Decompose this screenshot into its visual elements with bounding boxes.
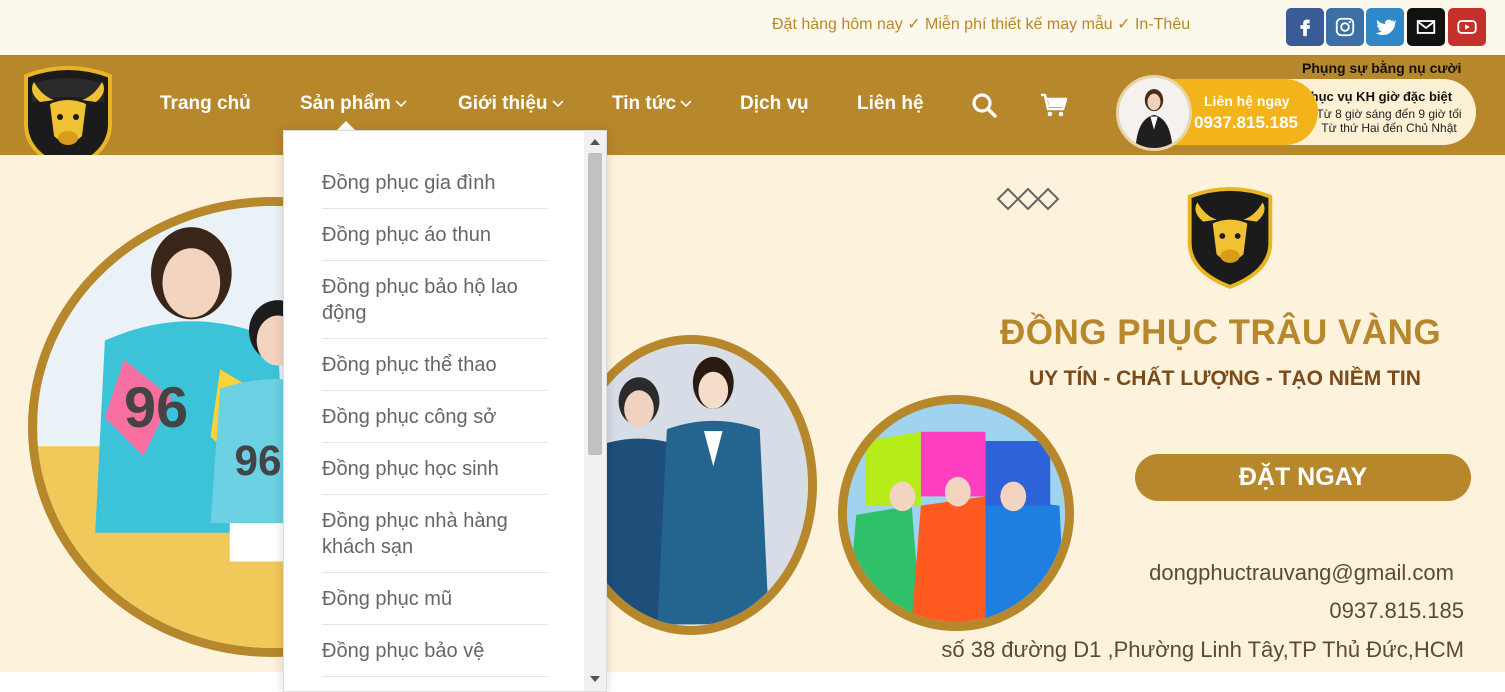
call-label: Liên hệ ngay: [1204, 93, 1290, 109]
banner-logo: [1182, 183, 1278, 293]
nav-products[interactable]: Sản phẩm: [300, 93, 407, 115]
scroll-down-icon[interactable]: [590, 676, 600, 682]
dropdown-item-tshirt[interactable]: Đồng phục áo thun: [322, 209, 548, 261]
nav-about[interactable]: Giới thiệu: [458, 93, 564, 115]
dropdown-item-labor-safety[interactable]: Đồng phục bảo hộ lao động: [322, 261, 548, 339]
slogan: Phụng sự bằng nụ cười: [1302, 60, 1462, 76]
brand-title: ĐỒNG PHỤC TRÂU VÀNG: [1000, 313, 1442, 352]
nav-about-label: Giới thiệu: [458, 93, 548, 114]
products-dropdown-menu[interactable]: Đồng phục gia đình Đồng phục áo thun Đồn…: [283, 130, 607, 692]
nav-home[interactable]: Trang chủ: [160, 93, 251, 115]
dropdown-scrollbar[interactable]: [584, 131, 606, 691]
contact-widget[interactable]: Phụng sự bằng nụ cười Phục vụ KH giờ đặc…: [1116, 60, 1476, 151]
search-icon[interactable]: [970, 91, 998, 119]
nav-home-label: Trang chủ: [160, 93, 251, 114]
nav-contact-label: Liên hệ: [857, 93, 924, 114]
facebook-icon[interactable]: [1286, 8, 1324, 46]
avatar: [1116, 75, 1192, 151]
group-tees-photo: [838, 395, 1074, 631]
dropdown-item-security[interactable]: Đồng phục bảo vệ: [322, 625, 548, 677]
hotline-number[interactable]: 0937.815.185: [1194, 113, 1298, 133]
cart-icon[interactable]: [1039, 91, 1069, 119]
chevron-down-icon: [551, 100, 564, 108]
decorative-diamonds-icon: [996, 187, 1060, 211]
page-bottom-strip: [0, 672, 1505, 692]
dropdown-item-family[interactable]: Đồng phục gia đình: [322, 157, 548, 209]
hours-text: Từ 8 giờ sáng đến 9 giờ tối Từ thứ Hai đ…: [1314, 107, 1464, 135]
nav-services[interactable]: Dịch vụ: [740, 93, 809, 115]
promo-marquee: Đặt hàng hôm nay ✓ Miễn phí thiết kế may…: [772, 16, 1191, 33]
brand-tagline: UY TÍN - CHẤT LƯỢNG - TẠO NIỀM TIN: [1029, 367, 1421, 390]
order-now-button[interactable]: ĐẶT NGAY: [1135, 454, 1471, 501]
hours-line-2: Từ thứ Hai đến Chủ Nhật: [1321, 121, 1457, 135]
products-dropdown-list: Đồng phục gia đình Đồng phục áo thun Đồn…: [322, 157, 548, 677]
nav-news[interactable]: Tin tức: [612, 93, 692, 115]
banner-email[interactable]: dongphuctrauvang@gmail.com: [1149, 560, 1454, 586]
scroll-thumb[interactable]: [588, 153, 602, 455]
dropdown-item-sports[interactable]: Đồng phục thể thao: [322, 339, 548, 391]
hours-title: Phục vụ KH giờ đặc biệt: [1302, 89, 1453, 104]
hours-line-1: Từ 8 giờ sáng đến 9 giờ tối: [1316, 107, 1462, 121]
scroll-up-icon[interactable]: [590, 139, 600, 145]
banner-address: số 38 đường D1 ,Phường Linh Tây,TP Thủ Đ…: [941, 637, 1464, 662]
svg-text:96: 96: [124, 376, 188, 440]
dropdown-item-student[interactable]: Đồng phục học sinh: [322, 443, 548, 495]
nav-news-label: Tin tức: [612, 93, 677, 114]
chevron-down-icon: [395, 100, 407, 108]
nav-contact[interactable]: Liên hệ: [857, 93, 924, 115]
instagram-icon[interactable]: [1326, 8, 1364, 46]
top-bar: Đặt hàng hôm nay ✓ Miễn phí thiết kế may…: [0, 0, 1505, 55]
hero-banner[interactable]: 96 96 ĐỒNG PHỤC TRÂU VÀNG UY TÍN - CHẤT …: [0, 155, 1505, 672]
main-header: Trang chủ Sản phẩm Giới thiệu Tin tức Dị…: [0, 55, 1505, 173]
dropdown-item-restaurant-hotel[interactable]: Đồng phục nhà hàng khách sạn: [322, 495, 548, 573]
nav-services-label: Dịch vụ: [740, 93, 809, 114]
email-icon[interactable]: [1407, 8, 1445, 46]
chevron-down-icon: [680, 100, 692, 108]
twitter-icon[interactable]: [1366, 8, 1404, 46]
banner-phone[interactable]: 0937.815.185: [1329, 598, 1464, 624]
nav-products-label: Sản phẩm: [300, 93, 391, 114]
dropdown-caret: [337, 121, 355, 130]
dropdown-item-hat[interactable]: Đồng phục mũ: [322, 573, 548, 625]
youtube-icon[interactable]: [1448, 8, 1486, 46]
svg-text:96: 96: [235, 437, 282, 484]
dropdown-item-office[interactable]: Đồng phục công sở: [322, 391, 548, 443]
